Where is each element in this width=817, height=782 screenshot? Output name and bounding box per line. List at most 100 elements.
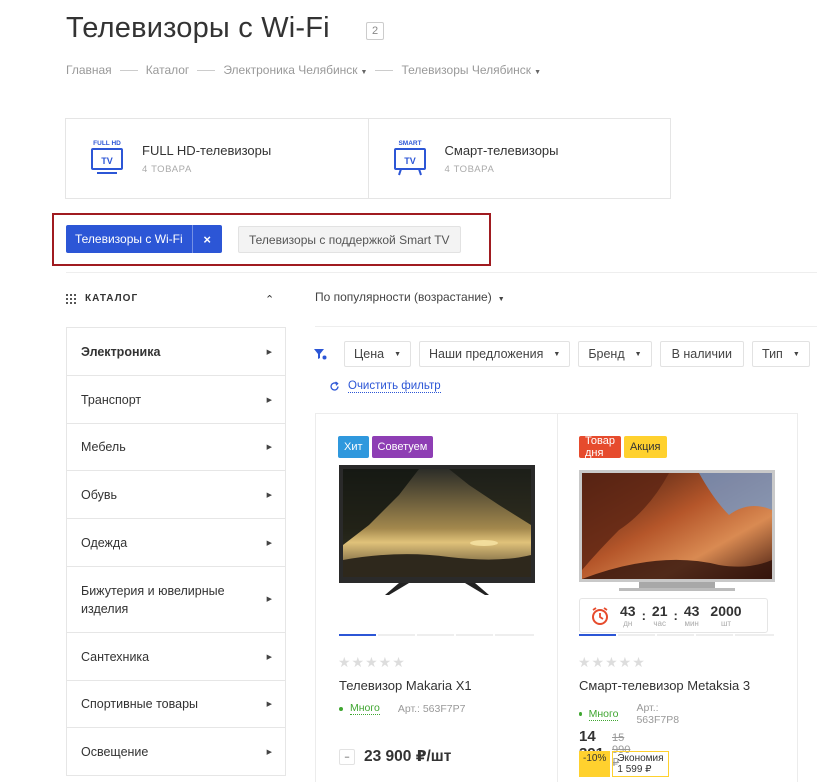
caret-down-icon: ▼ — [792, 350, 800, 358]
breadcrumb-electronics-label: Электроника Челябинск — [223, 63, 358, 77]
arrow-right-icon: ▶ — [266, 748, 272, 756]
sidebar-item-shoes[interactable]: Обувь ▶ — [67, 471, 285, 519]
stock-info: Много Арт.: 563F7P8 — [579, 702, 680, 726]
tag-wifi-active[interactable]: Телевизоры с Wi-Fi × — [66, 225, 222, 253]
filter-icon[interactable] — [313, 347, 327, 361]
sidebar-item-sports[interactable]: Спортивные товары ▶ — [67, 681, 285, 728]
timer-quantity: 2000 шт — [710, 602, 742, 628]
sort-dropdown[interactable]: По популярности (возрастание) ▼ — [315, 290, 505, 304]
smart-icon-text: SMART — [398, 140, 421, 147]
timer-hours-value: 21 — [651, 602, 668, 619]
rating-stars: ★★★★★ — [578, 654, 646, 670]
filter-label: Тип — [761, 347, 783, 361]
arrow-right-icon: ▶ — [266, 444, 272, 451]
divider — [66, 272, 817, 273]
arrow-right-icon: ▶ — [266, 653, 272, 661]
timer-hours-label: час — [653, 618, 667, 628]
breadcrumb-separator — [119, 69, 138, 71]
tag-active-label: Телевизоры с Wi-Fi — [75, 232, 183, 246]
sidebar-item-furniture[interactable]: Мебель ▶ — [67, 424, 285, 471]
filter-label: Цена — [354, 347, 385, 361]
filter-brand[interactable]: Бренд ▼ — [578, 341, 652, 367]
caret-down-icon: ▼ — [634, 350, 642, 358]
timer-days: 43 дн — [620, 602, 636, 628]
timer-days-value: 43 — [620, 602, 636, 619]
arrow-right-icon: ▶ — [266, 348, 272, 356]
subcategory-count: 4 ТОВАРА — [444, 163, 495, 175]
timer-qty-value: 2000 — [710, 602, 742, 619]
caret-down-icon: ▼ — [394, 350, 401, 358]
badge-deal-of-day: Товар дня — [579, 435, 621, 459]
sidebar-item-lighting[interactable]: Освещение ▶ — [67, 728, 285, 776]
subcategory-name: Смарт-телевизоры — [444, 142, 559, 158]
caret-down-icon: ▼ — [534, 69, 541, 76]
svg-text:TV: TV — [404, 156, 416, 166]
product-image[interactable] — [579, 470, 775, 592]
caret-down-icon: ▼ — [553, 350, 561, 358]
stock-dot-icon — [579, 712, 582, 716]
subcategory-name: FULL HD-телевизоры — [142, 142, 272, 158]
product-card[interactable]: Товар дня Акция 43 дн: 21 час: 43 мин … — [316, 414, 775, 782]
breadcrumb-tvs[interactable]: Телевизоры Челябинск ▼ — [401, 63, 541, 77]
subcategory-smart[interactable]: SMART TV Смарт-телевизоры 4 ТОВАРА — [367, 119, 671, 198]
filter-offers[interactable]: Наши предложения ▼ — [419, 341, 571, 367]
badge-group: Товар дня Акция — [579, 435, 670, 459]
deal-countdown: 43 дн : 21 час : 43 мин 2000 шт — [579, 598, 768, 633]
breadcrumb-separator — [375, 69, 394, 71]
sort-label: По популярности (возрастание) — [315, 290, 492, 304]
breadcrumb-electronics[interactable]: Электроника Челябинск ▼ — [223, 63, 367, 77]
breadcrumb-home[interactable]: Главная — [66, 63, 112, 77]
arrow-right-icon: ▶ — [266, 595, 272, 603]
sidebar-item-label: Спортивные товары — [81, 697, 199, 711]
grid-icon — [66, 293, 76, 304]
chevron-up-icon[interactable]: ⌃ — [265, 293, 274, 306]
badge-sale: Акция — [623, 436, 667, 458]
alarm-clock-icon — [592, 606, 608, 625]
filter-in-stock[interactable]: В наличии — [659, 341, 744, 367]
breadcrumb-tvs-label: Телевизоры Челябинск — [401, 63, 532, 77]
tag-smart-tv[interactable]: Телевизоры с поддержкой Smart TV — [238, 226, 461, 253]
sidebar-item-label: Одежда — [81, 535, 128, 550]
filter-label: В наличии — [671, 347, 732, 361]
filter-price[interactable]: Цена ▼ — [344, 341, 411, 367]
close-icon[interactable]: × — [191, 225, 222, 253]
breadcrumb: Главная Каталог Электроника Челябинск ▼ Т… — [66, 63, 541, 77]
sidebar-item-label: Электроника — [81, 344, 161, 359]
sidebar-item-jewelry[interactable]: Бижутерия и ювелирные изделия ▶ — [67, 567, 285, 633]
caret-down-icon: ▼ — [360, 69, 368, 76]
sidebar-item-label: Сантехника — [81, 649, 150, 664]
page-title: Телевизоры с Wi-Fi — [66, 12, 330, 44]
catalog-heading-label: КАТАЛОГ — [85, 293, 139, 304]
sidebar-item-plumbing[interactable]: Сантехника ▶ — [67, 633, 285, 681]
product-grid: Хит Советуем ★★★★★ Телевизор Makaria X1 … — [315, 413, 798, 782]
timer-minutes: 43 мин — [684, 603, 700, 628]
caret-down-icon: ▼ — [497, 296, 505, 303]
sidebar-item-label: Освещение — [81, 744, 149, 759]
clear-filter[interactable]: Очистить фильтр — [329, 380, 441, 393]
breadcrumb-separator — [197, 69, 216, 71]
filter-type[interactable]: Тип ▼ — [751, 341, 810, 367]
card-divider — [557, 414, 558, 782]
filter-label: Бренд — [588, 347, 625, 361]
sidebar-item-clothes[interactable]: Одежда ▶ — [67, 519, 285, 567]
clear-filter-label: Очистить фильтр — [348, 380, 441, 393]
sidebar-item-transport[interactable]: Транспорт ▶ — [67, 376, 285, 424]
catalog-sidebar: Электроника ▶ Транспорт ▶ Мебель ▶ Обувь ▶ О… — [66, 327, 286, 776]
discount-percent: -10% — [579, 751, 611, 777]
filter-label: Наши предложения — [429, 347, 544, 361]
image-pager — [579, 634, 776, 636]
subcategory-cards: FULL HD TV FULL HD-телевизоры 4 ТОВАРА S… — [65, 118, 671, 199]
svg-text:TV: TV — [101, 156, 113, 166]
catalog-heading[interactable]: КАТАЛОГ — [66, 293, 138, 304]
subcategory-fullhd[interactable]: FULL HD TV FULL HD-телевизоры 4 ТОВАРА — [66, 119, 368, 198]
timer-days-label: дн — [623, 618, 633, 628]
sidebar-item-electronics[interactable]: Электроника ▶ — [67, 328, 285, 376]
fullhd-tv-icon: FULL HD TV — [91, 140, 123, 174]
filter-bar: Цена ▼ Наши предложения ▼ Бренд ▼ В наличии… — [313, 341, 817, 367]
product-name[interactable]: Смарт-телевизор Metaksia 3 — [579, 678, 750, 693]
discount-row: -10% Экономия 1 599 ₽ — [579, 751, 669, 777]
breadcrumb-catalog[interactable]: Каталог — [146, 63, 190, 77]
stock-value[interactable]: Много — [588, 708, 619, 721]
arrow-right-icon: ▶ — [266, 491, 272, 499]
timer-hours: 21 час — [651, 602, 668, 628]
